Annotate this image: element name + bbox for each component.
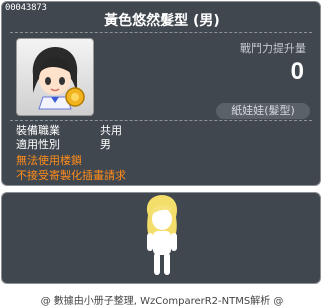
warning-text: 不接受寄製化插畫請求 (16, 169, 126, 182)
item-icon-frame (16, 38, 94, 116)
detail-row-job: 裝備職業 共用 (16, 124, 122, 137)
separator (10, 120, 312, 121)
character-preview-figure (146, 195, 178, 275)
detail-key: 裝備職業 (16, 124, 60, 137)
item-name: 黃色悠然髮型 (男) (104, 13, 220, 29)
power-increase-label: 戰鬥力提升量 (240, 42, 306, 55)
item-tooltip: 00043873 黃色悠然髮型 (男) 戰鬥力提升量 0 紙娃娃(髮型) 裝備職… (1, 1, 321, 186)
warning-text: 無法使用楼鎖 (16, 154, 82, 167)
detail-value: 男 (100, 138, 111, 151)
detail-value: 共用 (100, 124, 122, 137)
item-category-badge: 紙娃娃(髮型) (216, 103, 310, 119)
footer-credit: @ 數據由小册子整理, WzComparerR2-NTMS解析 @ (40, 296, 284, 307)
detail-key: 適用性別 (16, 138, 60, 151)
hair-item-icon (32, 47, 85, 110)
power-increase-value: 0 (290, 58, 304, 85)
character-preview-panel (1, 192, 321, 284)
detail-row-gender: 適用性別 男 (16, 138, 111, 151)
separator (10, 32, 312, 33)
